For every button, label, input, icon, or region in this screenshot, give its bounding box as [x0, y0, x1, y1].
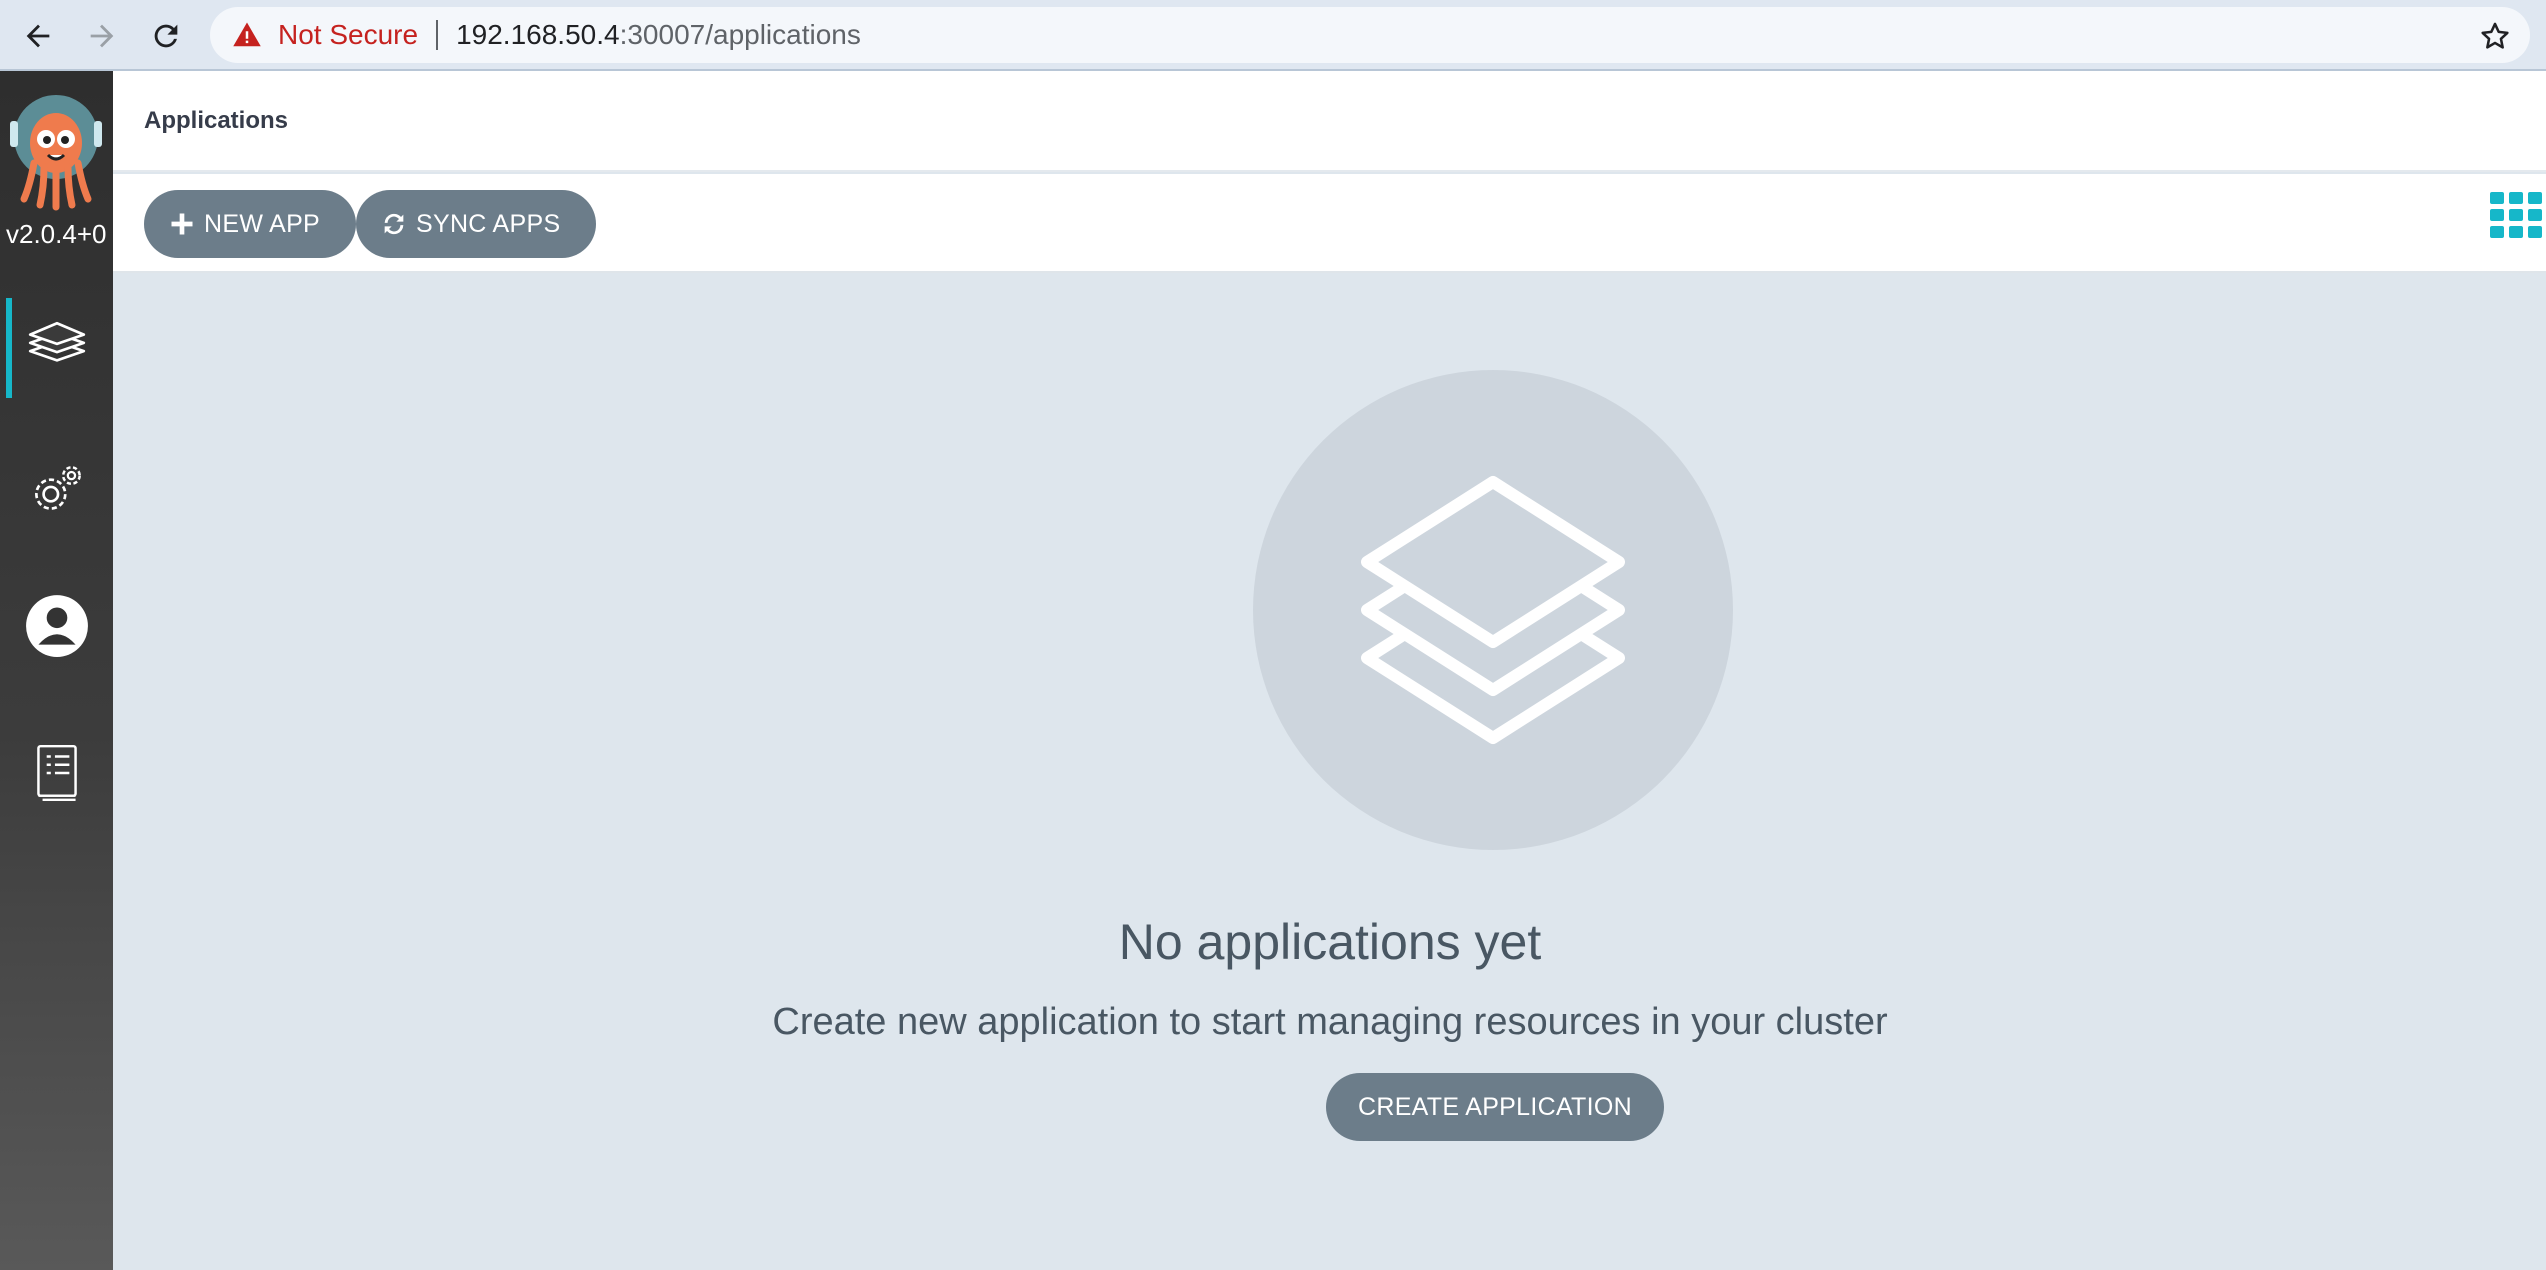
arrow-left-icon — [26, 24, 50, 48]
create-application-button[interactable]: CREATE APPLICATION — [1326, 1073, 1664, 1141]
sidebar: v2.0.4+0 — [0, 71, 113, 1270]
url-host: 192.168.50.4 — [456, 19, 620, 50]
address-bar[interactable]: Not Secure 192.168.50.4:30007/applicatio… — [210, 7, 2530, 63]
argo-logo[interactable] — [4, 91, 108, 211]
sidebar-item-applications[interactable] — [0, 298, 113, 398]
empty-state-illustration — [1253, 370, 1733, 850]
sidebar-item-user-info[interactable] — [0, 576, 113, 676]
toolbar: NEW APP SYNC APPS — [113, 174, 2546, 273]
gears-icon — [34, 466, 81, 510]
warning-icon — [233, 22, 261, 47]
version-label: v2.0.4+0 — [6, 219, 107, 249]
layers-icon — [28, 321, 85, 362]
back-button[interactable] — [16, 14, 60, 58]
browser-toolbar: Not Secure 192.168.50.4:30007/applicatio… — [0, 0, 2546, 71]
bookmark-star-icon[interactable] — [2478, 19, 2512, 53]
user-icon — [25, 595, 88, 657]
forward-button[interactable] — [80, 14, 124, 58]
new-app-label: NEW APP — [204, 209, 321, 238]
layers-icon — [1361, 476, 1625, 744]
sidebar-item-settings[interactable] — [0, 440, 113, 540]
sync-apps-label: SYNC APPS — [416, 209, 561, 238]
sync-apps-button[interactable]: SYNC APPS — [356, 190, 597, 258]
grid-view-icon[interactable] — [2490, 192, 2542, 238]
empty-state-subtitle: Create new application to start managing… — [772, 1001, 1888, 1043]
page-title: Applications — [144, 107, 289, 134]
empty-state: No applications yet Create new applicati… — [113, 273, 2546, 1270]
sync-icon — [384, 213, 404, 235]
plus-icon — [171, 213, 193, 235]
sidebar-item-docs[interactable] — [0, 723, 113, 823]
docs-icon — [36, 744, 77, 802]
empty-state-title: No applications yet — [1118, 914, 1542, 970]
url-path: :30007/applications — [619, 19, 861, 50]
reload-button[interactable] — [144, 14, 188, 58]
page-header: Applications — [113, 71, 2546, 172]
main-content: Applications NEW APP SYNC APPS No applic… — [113, 71, 2546, 1270]
url-divider — [436, 20, 439, 50]
reload-icon — [154, 24, 178, 48]
arrow-right-icon — [90, 24, 114, 48]
new-app-button[interactable]: NEW APP — [144, 190, 357, 258]
security-label[interactable]: Not Secure — [278, 19, 418, 51]
